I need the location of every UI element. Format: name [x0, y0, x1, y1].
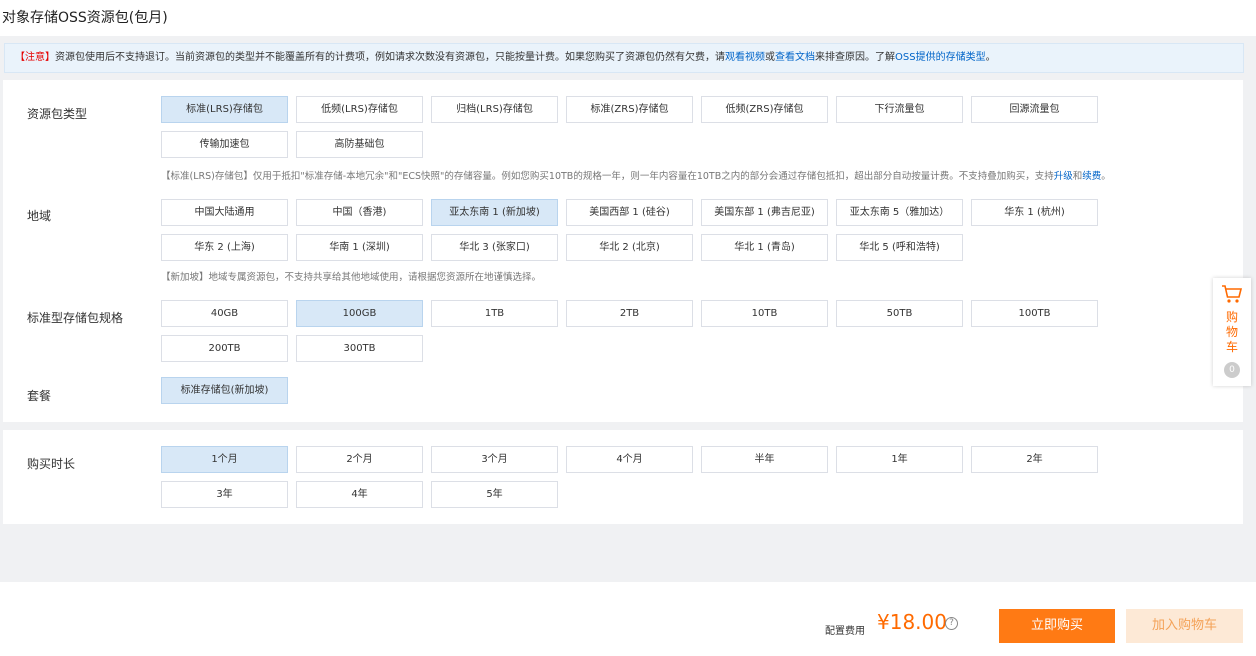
add-to-cart-button[interactable]: 加入购物车 — [1126, 609, 1243, 643]
region-label: 地域 — [27, 209, 52, 223]
spec-option[interactable]: 100TB — [971, 300, 1098, 327]
cart-count-badge: 0 — [1224, 362, 1240, 378]
region-option[interactable]: 亚太东南 5（雅加达） — [836, 199, 963, 226]
region-option[interactable]: 华北 2 (北京) — [566, 234, 693, 261]
region-option[interactable]: 美国东部 1 (弗吉尼亚) — [701, 199, 828, 226]
package-hint-text: 【标准(LRS)存储包】仅用于抵扣"标准存储-本地冗余"和"ECS快照"的存储容… — [161, 171, 1054, 182]
view-docs-link[interactable]: 查看文档 — [775, 52, 815, 63]
duration-option[interactable]: 4年 — [296, 481, 423, 508]
spec-option[interactable]: 200TB — [161, 335, 288, 362]
package-type-option[interactable]: 传输加速包 — [161, 131, 288, 158]
spec-option[interactable]: 2TB — [566, 300, 693, 327]
region-option[interactable]: 华南 1 (深圳) — [296, 234, 423, 261]
duration-option[interactable]: 2年 — [971, 446, 1098, 473]
duration-option[interactable]: 4个月 — [566, 446, 693, 473]
help-icon[interactable]: ? — [945, 617, 958, 630]
package-type-option[interactable]: 低频(ZRS)存储包 — [701, 96, 828, 123]
notice-tag: 【注意】 — [15, 52, 55, 63]
region-option[interactable]: 华北 1 (青岛) — [701, 234, 828, 261]
region-option[interactable]: 中国（香港) — [296, 199, 423, 226]
duration-option[interactable]: 半年 — [701, 446, 828, 473]
spec-option[interactable]: 50TB — [836, 300, 963, 327]
plan-option[interactable]: 标准存储包(新加坡) — [161, 377, 288, 404]
spec-option[interactable]: 100GB — [296, 300, 423, 327]
notice-banner: 【注意】资源包使用后不支持退订。当前资源包的类型并不能覆盖所有的计费项，例如请求… — [4, 43, 1244, 73]
duration-option[interactable]: 3年 — [161, 481, 288, 508]
region-option[interactable]: 华东 2 (上海) — [161, 234, 288, 261]
spec-option[interactable]: 10TB — [701, 300, 828, 327]
spec-label: 标准型存储包规格 — [27, 311, 124, 325]
fee-label: 配置费用 — [825, 626, 865, 637]
package-type-option[interactable]: 下行流量包 — [836, 96, 963, 123]
region-option[interactable]: 中国大陆通用 — [161, 199, 288, 226]
package-type-hint: 【标准(LRS)存储包】仅用于抵扣"标准存储-本地冗余"和"ECS快照"的存储容… — [161, 168, 1111, 182]
spec-option[interactable]: 40GB — [161, 300, 288, 327]
package-type-option[interactable]: 回源流量包 — [971, 96, 1098, 123]
spec-option[interactable]: 1TB — [431, 300, 558, 327]
package-type-option[interactable]: 低频(LRS)存储包 — [296, 96, 423, 123]
cart-icon — [1222, 285, 1243, 303]
page-title: 对象存储OSS资源包(包月) — [2, 10, 168, 26]
duration-panel: 购买时长 1个月 2个月 3个月 4个月 半年 1年 2年 3年 4年 5年 — [3, 430, 1243, 524]
region-option[interactable]: 亚太东南 1 (新加坡) — [431, 199, 558, 226]
package-hint-and: 和 — [1072, 171, 1083, 182]
renew-link[interactable]: 续费 — [1082, 171, 1101, 182]
plan-label: 套餐 — [27, 389, 52, 403]
duration-label: 购买时长 — [27, 457, 76, 471]
package-type-option[interactable]: 高防基础包 — [296, 131, 423, 158]
spec-option[interactable]: 300TB — [296, 335, 423, 362]
side-cart-label: 购 物 车 — [1225, 310, 1238, 354]
notice-text-2: 来排查原因。了解 — [815, 52, 895, 63]
price-value: ¥18.00 — [877, 610, 947, 634]
package-type-option[interactable]: 归档(LRS)存储包 — [431, 96, 558, 123]
storage-types-link[interactable]: OSS提供的存储类型 — [895, 52, 986, 63]
notice-or: 或 — [765, 52, 775, 63]
package-hint-end: 。 — [1101, 171, 1111, 182]
duration-option[interactable]: 1年 — [836, 446, 963, 473]
config-panel: 资源包类型 标准(LRS)存储包 低频(LRS)存储包 归档(LRS)存储包 标准(Z… — [3, 80, 1243, 422]
package-type-option[interactable]: 标准(LRS)存储包 — [161, 96, 288, 123]
notice-text: 资源包使用后不支持退订。当前资源包的类型并不能覆盖所有的计费项，例如请求次数没有… — [55, 52, 725, 63]
region-option[interactable]: 华北 3 (张家口) — [431, 234, 558, 261]
side-cart[interactable]: 购 物 车 0 — [1213, 278, 1251, 386]
duration-option[interactable]: 3个月 — [431, 446, 558, 473]
region-option[interactable]: 美国西部 1 (硅谷) — [566, 199, 693, 226]
bottom-bar: 配置费用 ¥18.00 ? 立即购买 加入购物车 — [0, 582, 1256, 656]
top-bar: 对象存储OSS资源包(包月) — [0, 0, 1256, 36]
duration-option[interactable]: 5年 — [431, 481, 558, 508]
duration-option[interactable]: 1个月 — [161, 446, 288, 473]
package-type-label: 资源包类型 — [27, 107, 88, 121]
region-option[interactable]: 华东 1 (杭州) — [971, 199, 1098, 226]
buy-now-button[interactable]: 立即购买 — [999, 609, 1115, 643]
region-option[interactable]: 华北 5 (呼和浩特) — [836, 234, 963, 261]
notice-end: 。 — [985, 52, 996, 63]
watch-video-link[interactable]: 观看视频 — [725, 52, 765, 63]
duration-option[interactable]: 2个月 — [296, 446, 423, 473]
upgrade-link[interactable]: 升级 — [1054, 171, 1073, 182]
region-hint: 【新加坡】地域专属资源包，不支持共享给其他地域使用，请根据您资源所在地谨慎选择。 — [161, 272, 542, 283]
package-type-option[interactable]: 标准(ZRS)存储包 — [566, 96, 693, 123]
